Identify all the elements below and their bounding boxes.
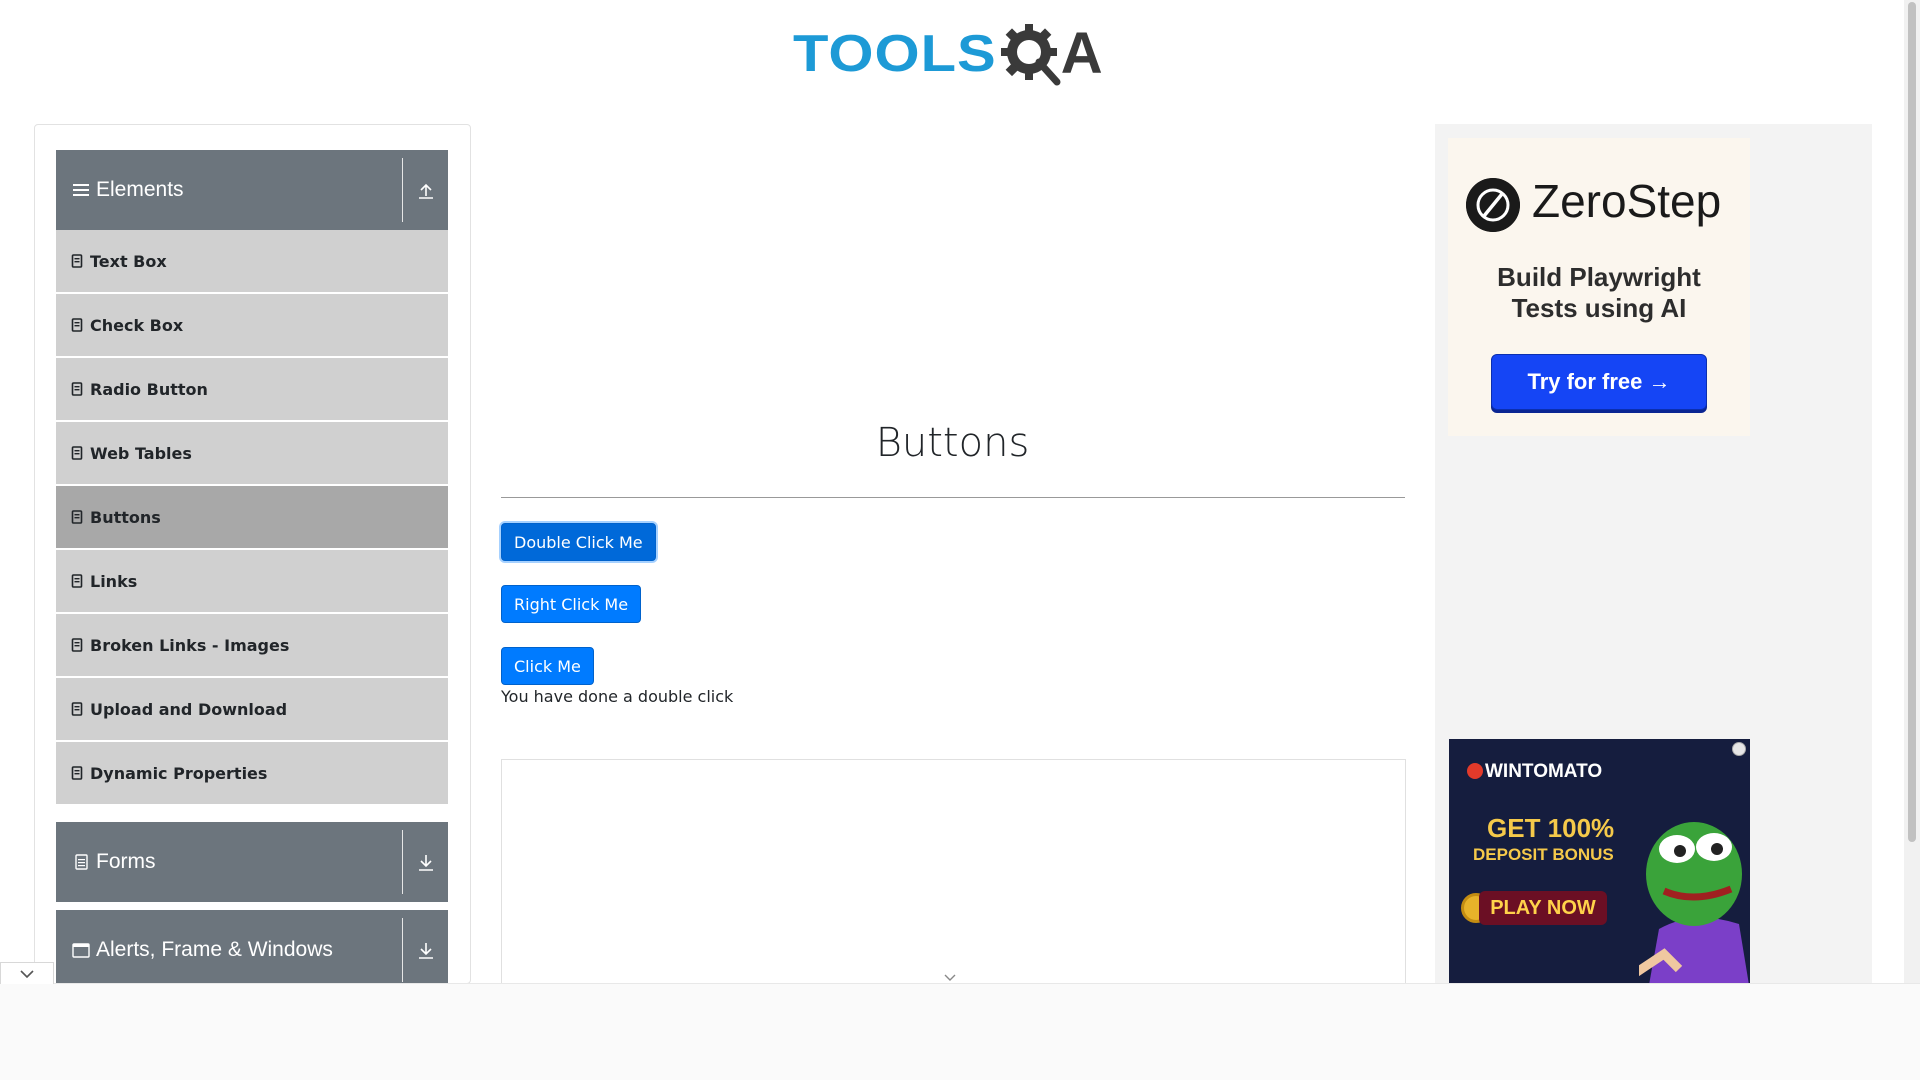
toolsqa-logo[interactable]: TOOLS A — [793, 16, 1115, 90]
zerostep-tagline-line2: Tests using AI — [1511, 293, 1687, 323]
sidebar-item-web-tables[interactable]: Web Tables — [56, 422, 448, 484]
page: TOOLS A Elements Text Box Check Box Radi… — [0, 0, 1920, 1080]
sidebar-item-label: Buttons — [90, 507, 161, 527]
group-title-forms: Forms — [96, 850, 156, 873]
sidebar-item-label: Dynamic Properties — [90, 763, 268, 783]
document-icon — [75, 854, 88, 870]
menu-item-icon — [71, 510, 83, 524]
wintomato-play-button[interactable]: PLAY NOW — [1479, 891, 1607, 925]
frog-mascot-image — [1639, 822, 1749, 985]
group-header-elements[interactable]: Elements — [56, 150, 448, 230]
collapse-ad-button[interactable] — [0, 962, 54, 984]
sidebar-item-buttons[interactable]: Buttons — [56, 486, 448, 548]
chevron-down-icon[interactable] — [940, 972, 960, 984]
group-title-elements: Elements — [96, 178, 184, 201]
logo-a-text: A — [1060, 20, 1103, 86]
logo-tools-text: TOOLS — [793, 23, 997, 83]
sidebar: Elements Text Box Check Box Radio Button… — [34, 124, 471, 984]
wintomato-ad[interactable]: WINTOMATO GET 100% DEPOSIT BONUS PLAY NO… — [1449, 739, 1750, 985]
sidebar-item-links[interactable]: Links — [56, 550, 448, 612]
collapse-up-icon[interactable] — [414, 178, 438, 202]
menu-item-icon — [71, 446, 83, 460]
zerostep-cta-button[interactable]: Try for free → — [1491, 354, 1707, 410]
sidebar-item-label: Text Box — [90, 251, 167, 271]
zerostep-logo-icon — [1466, 178, 1520, 232]
sidebar-item-label: Upload and Download — [90, 699, 288, 719]
menu-item-icon — [71, 254, 83, 268]
sidebar-item-check-box[interactable]: Check Box — [56, 294, 448, 356]
divider — [402, 830, 403, 894]
hamburger-icon — [73, 184, 89, 196]
expand-down-icon[interactable] — [414, 938, 438, 962]
gear-q-icon — [1000, 24, 1061, 86]
zerostep-brand: ZeroStep — [1532, 175, 1722, 227]
sidebar-item-label: Radio Button — [90, 379, 208, 399]
ad-choices-icon[interactable] — [1732, 742, 1746, 756]
menu-item-icon — [71, 702, 83, 716]
vertical-scrollbar[interactable] — [1904, 0, 1920, 983]
chevron-down-icon — [20, 969, 34, 978]
window-icon — [72, 943, 90, 958]
ad-frame — [501, 759, 1406, 989]
zerostep-tagline: Build Playwright Tests using AI — [1448, 262, 1750, 324]
right-click-button[interactable]: Right Click Me — [501, 585, 642, 623]
sidebar-item-radio-button[interactable]: Radio Button — [56, 358, 448, 420]
sidebar-item-label: Broken Links - Images — [90, 635, 290, 655]
menu-item-icon — [71, 318, 83, 332]
double-click-button[interactable]: Double Click Me — [501, 523, 656, 561]
menu-item-icon — [71, 574, 83, 588]
zerostep-ad[interactable]: ZeroStep Build Playwright Tests using AI… — [1448, 138, 1750, 436]
sidebar-item-upload-download[interactable]: Upload and Download — [56, 678, 448, 740]
sidebar-item-label: Web Tables — [90, 443, 192, 463]
zerostep-tagline-line1: Build Playwright — [1497, 262, 1701, 292]
wintomato-headline: GET 100% — [1487, 813, 1615, 843]
divider — [402, 918, 403, 982]
title-divider — [501, 497, 1405, 498]
tomato-icon — [1467, 763, 1483, 779]
wintomato-subheadline: DEPOSIT BONUS — [1473, 845, 1614, 864]
sidebar-item-label: Check Box — [90, 315, 184, 335]
wintomato-brand: WINTOMATO — [1485, 761, 1603, 782]
group-header-alerts[interactable]: Alerts, Frame & Windows — [56, 910, 448, 983]
menu-item-icon — [71, 638, 83, 652]
expand-down-icon[interactable] — [414, 850, 438, 874]
menu-item-icon — [71, 382, 83, 396]
sidebar-item-text-box[interactable]: Text Box — [56, 230, 448, 292]
menu-item-icon — [71, 766, 83, 780]
page-title: Buttons — [875, 420, 1030, 466]
group-title-alerts: Alerts, Frame & Windows — [96, 938, 333, 961]
click-me-button[interactable]: Click Me — [501, 647, 594, 685]
divider — [402, 158, 403, 222]
sidebar-item-label: Links — [90, 571, 138, 591]
bottom-ad-bar — [0, 983, 1920, 1080]
group-header-forms[interactable]: Forms — [56, 822, 448, 902]
double-click-message: You have done a double click — [501, 687, 734, 706]
scrollbar-thumb[interactable] — [1908, 2, 1916, 842]
sidebar-item-dynamic-properties[interactable]: Dynamic Properties — [56, 742, 448, 804]
sidebar-item-broken-links[interactable]: Broken Links - Images — [56, 614, 448, 676]
